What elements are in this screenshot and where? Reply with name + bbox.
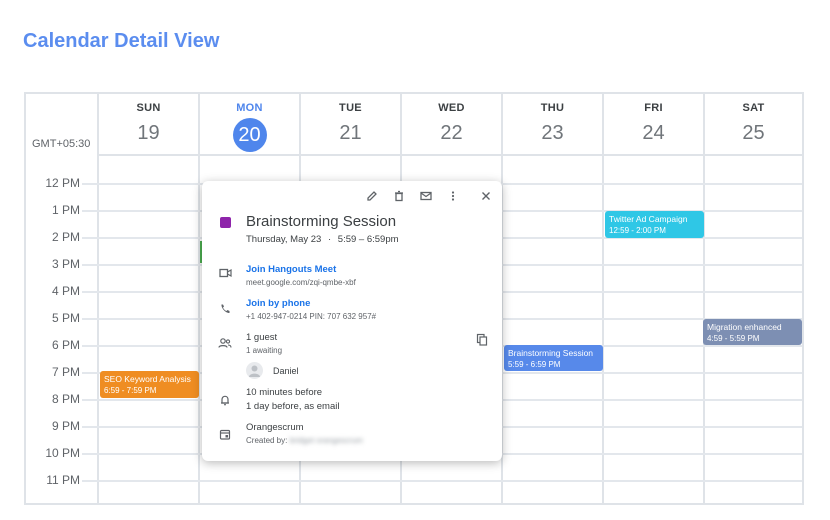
event-time: 12:59 - 2:00 PM — [609, 226, 666, 235]
hour-tick — [82, 237, 99, 239]
day-number: 22 — [440, 122, 463, 144]
event-title: Brainstorming Session — [508, 348, 594, 358]
delete-icon[interactable] — [392, 190, 406, 204]
day-name: MON — [236, 102, 263, 114]
calendar-name: Orangescrum — [246, 422, 304, 433]
hour-tick — [82, 183, 99, 185]
hour-tick — [82, 426, 99, 428]
day-header[interactable]: THU 23 — [503, 94, 602, 156]
day-column-sun[interactable]: SUN 19 — [99, 94, 200, 503]
event-time: 5:59 – 6:59pm — [337, 234, 399, 245]
event-title: Brainstorming Session — [246, 213, 397, 230]
phone-icon — [219, 303, 231, 317]
edit-icon[interactable] — [365, 190, 379, 204]
email-icon[interactable] — [419, 190, 433, 204]
event-title: Twitter Ad Campaign — [609, 214, 688, 224]
day-name: TUE — [339, 102, 362, 114]
avatar — [246, 362, 263, 379]
day-header[interactable]: MON 20 — [200, 94, 299, 156]
event-twitter-ad-campaign[interactable]: Twitter Ad Campaign 12:59 - 2:00 PM — [605, 211, 704, 238]
close-icon[interactable] — [479, 190, 493, 204]
day-name: SUN — [136, 102, 161, 114]
day-name: SAT — [742, 102, 765, 114]
time-label: 9 PM — [51, 419, 80, 433]
hour-tick — [82, 453, 99, 455]
event-color-swatch — [220, 217, 231, 228]
hour-tick — [82, 264, 99, 266]
time-label: 8 PM — [51, 392, 80, 406]
day-number: 21 — [339, 122, 362, 144]
reminder-1: 10 minutes before — [246, 387, 323, 398]
meet-url[interactable]: meet.google.com/zqi-qmbe-xbf — [246, 278, 356, 287]
time-gutter: GMT+05:30 — [26, 94, 99, 503]
calendar-icon — [219, 428, 231, 442]
join-meet-link[interactable]: Join Hangouts Meet — [246, 264, 336, 275]
day-name: FRI — [644, 102, 663, 114]
day-header[interactable]: FRI 24 — [604, 94, 703, 156]
event-brainstorming-session[interactable]: Brainstorming Session 5:59 - 6:59 PM — [504, 345, 603, 371]
time-label: 5 PM — [51, 311, 80, 325]
hour-tick — [82, 372, 99, 374]
page-title: Calendar Detail View — [23, 30, 220, 52]
day-column-sat[interactable]: SAT 25 — [705, 94, 802, 503]
time-label: 10 PM — [45, 446, 80, 460]
today-indicator[interactable]: 20 — [232, 118, 267, 152]
event-migration-enhanced[interactable]: Migration enhanced 4:59 - 5:59 PM — [703, 319, 802, 345]
hour-tick — [82, 318, 99, 320]
video-camera-icon — [219, 268, 232, 280]
event-time: 4:59 - 5:59 PM — [707, 334, 760, 343]
day-header[interactable]: WED 22 — [402, 94, 501, 156]
guests-icon — [218, 337, 232, 351]
hour-tick — [82, 291, 99, 293]
phone-details: +1 402-947-0214 PIN: 707 632 957# — [246, 312, 377, 321]
reminder-2: 1 day before, as email — [246, 401, 340, 412]
time-label: 12 PM — [45, 176, 80, 190]
bell-icon — [219, 394, 231, 408]
day-number: 25 — [742, 122, 765, 144]
event-datetime: Thursday, May 23 · 5:59 – 6:59pm — [246, 234, 399, 245]
hour-tick — [82, 399, 99, 401]
event-title: Migration enhanced — [707, 322, 782, 332]
day-number: 24 — [642, 122, 665, 144]
hour-tick — [82, 480, 99, 482]
time-label: 3 PM — [51, 257, 80, 271]
day-header[interactable]: SAT 25 — [705, 94, 802, 156]
day-column-fri[interactable]: FRI 24 — [604, 94, 705, 503]
event-seo-keyword-analysis[interactable]: SEO Keyword Analysis 6:59 - 7:59 PM — [100, 371, 199, 398]
time-label: 4 PM — [51, 284, 80, 298]
guests-status: 1 awaiting — [246, 346, 283, 355]
created-by-value: bridget orangescrum — [289, 436, 363, 445]
event-date: Thursday, May 23 — [246, 234, 322, 245]
event-time: 6:59 - 7:59 PM — [104, 386, 157, 395]
day-number: 19 — [137, 122, 160, 144]
day-number: 23 — [541, 122, 564, 144]
join-by-phone-link[interactable]: Join by phone — [246, 298, 310, 309]
event-title: SEO Keyword Analysis — [104, 374, 191, 384]
timezone-label: GMT+05:30 — [32, 138, 91, 150]
hour-tick — [82, 345, 99, 347]
guests-count: 1 guest — [246, 332, 278, 343]
time-label: 6 PM — [51, 338, 80, 352]
day-name: THU — [540, 102, 565, 114]
created-by-label: Created by: — [246, 436, 288, 445]
event-detail-popup: Brainstorming Session Thursday, May 23 ·… — [202, 181, 502, 461]
copy-guests-icon[interactable] — [475, 333, 489, 347]
datetime-separator: · — [327, 234, 332, 245]
day-header[interactable]: SUN 19 — [99, 94, 198, 156]
day-header[interactable]: TUE 21 — [301, 94, 400, 156]
time-label: 11 PM — [46, 473, 80, 487]
day-name: WED — [438, 102, 465, 114]
created-by: Created by: bridget orangescrum — [246, 436, 363, 445]
guest-name: Daniel — [273, 366, 299, 376]
more-options-icon[interactable] — [446, 190, 460, 204]
time-label: 2 PM — [51, 230, 80, 244]
time-label: 1 PM — [51, 203, 80, 217]
event-time: 5:59 - 6:59 PM — [508, 360, 561, 369]
day-column-thu[interactable]: THU 23 — [503, 94, 604, 503]
hour-line — [99, 480, 802, 482]
time-label: 7 PM — [51, 365, 80, 379]
hour-tick — [82, 210, 99, 212]
